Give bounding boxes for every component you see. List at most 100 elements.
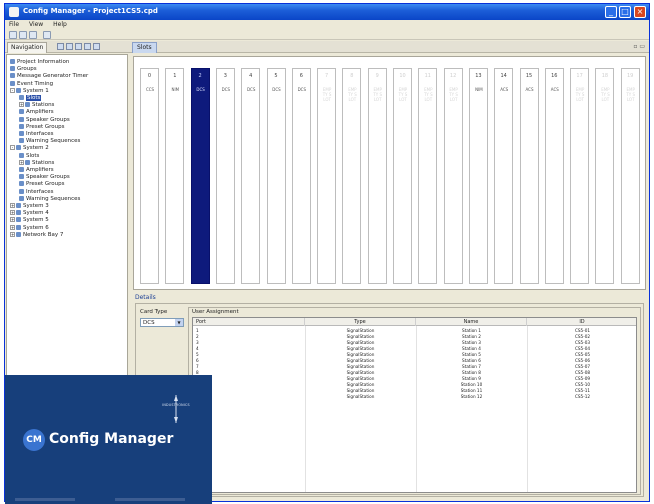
tree-item[interactable]: + System 5 [10, 217, 49, 224]
interfaces-icon [19, 131, 24, 136]
tree-item[interactable]: + Stations [19, 102, 54, 109]
expand-toggle-icon[interactable]: + [10, 203, 15, 208]
expand-toggle-icon[interactable]: + [19, 159, 24, 165]
slot-card[interactable]: 4 DCS [241, 68, 261, 284]
slot-card-name: CCS [145, 87, 155, 92]
open-folder-icon[interactable] [19, 31, 27, 39]
tree-item[interactable]: Preset Groups [19, 181, 65, 188]
slot-card[interactable]: 14 ACS [494, 68, 514, 284]
menu-file[interactable]: File [5, 20, 23, 29]
slot-card[interactable]: 0 CCS [140, 68, 159, 284]
tree-item[interactable]: Amplifiers [19, 109, 54, 116]
expand-toggle-icon[interactable]: + [10, 231, 15, 237]
collapse-icon[interactable] [57, 43, 64, 50]
tree-item[interactable]: Slots [19, 95, 42, 102]
menu-view[interactable]: View [25, 20, 47, 29]
tree-item-label: Warning Sequences [26, 138, 81, 145]
tree-item[interactable]: Project Information [10, 59, 69, 66]
chevron-down-icon[interactable]: ▼ [175, 319, 183, 326]
menu-help[interactable]: Help [49, 20, 71, 29]
slot-card[interactable]: 9 EMPTY SLOT [367, 68, 387, 284]
tree-item[interactable]: + Stations [19, 159, 54, 167]
slot-card[interactable]: 10 EMPTY SLOT [393, 68, 412, 284]
slot-card-name: EMPTY SLOT [423, 87, 433, 102]
expand-toggle-icon[interactable]: + [10, 210, 15, 216]
tree-item-label: Speaker Groups [26, 174, 70, 181]
slot-card[interactable]: 6 DCS [291, 68, 311, 284]
card-type-select[interactable]: DCS ▼ [140, 318, 184, 327]
table-row[interactable]: 12SignalStationStation 12CS5-12 [193, 394, 636, 400]
tree-item[interactable]: Warning Sequences [19, 195, 81, 203]
system-icon [16, 231, 21, 237]
collapse-toggle-icon[interactable]: - [10, 87, 15, 93]
slot-card[interactable]: 17 EMPTY SLOT [570, 68, 590, 284]
system-icon [16, 210, 21, 216]
tree-item[interactable]: Speaker Groups [19, 116, 70, 124]
tree-item[interactable]: Message Generator Timer [10, 73, 88, 80]
tree-item[interactable]: + Network Bay 7 [10, 231, 63, 239]
tree-item-label: System 5 [23, 217, 49, 224]
slot-card[interactable]: 19 EMPTY SLOT [620, 68, 640, 284]
close-button[interactable]: × [634, 6, 646, 18]
tree-item[interactable]: Interfaces [19, 188, 54, 196]
user-assignment-label: User Assignment [192, 309, 239, 315]
expand-toggle-icon[interactable]: + [19, 102, 24, 108]
minimize-button[interactable]: _ [605, 6, 617, 18]
tree-item[interactable]: Warning Sequences [19, 138, 80, 145]
link-icon[interactable] [75, 43, 82, 50]
tree-item[interactable]: Slots [19, 152, 39, 160]
tree-item[interactable]: Amplifiers [19, 167, 54, 174]
slot-card[interactable]: 8 EMPTY SLOT [342, 68, 362, 284]
tree-item[interactable]: Groups [10, 66, 37, 73]
tree-item-label: Slots [26, 95, 42, 101]
column-header[interactable]: Port [193, 318, 305, 326]
tree-item-label: Warning Sequences [26, 195, 81, 202]
tree-item[interactable]: + System 3 [10, 203, 49, 210]
tree-item[interactable]: Event Timing [10, 80, 53, 88]
tree-item[interactable]: Preset Groups [19, 123, 65, 131]
column-header[interactable]: Type [305, 318, 416, 326]
properties-icon[interactable] [43, 31, 51, 39]
slot-card[interactable]: 1 NIM [165, 68, 185, 284]
column-header[interactable]: ID [527, 318, 636, 326]
splash-screen: INDUSTRONICS CM Config Manager [5, 375, 212, 504]
slot-card[interactable]: 15 ACS [519, 68, 539, 284]
tree-item[interactable]: - System 2 [10, 145, 49, 152]
slot-card[interactable]: 13 NIM [468, 68, 488, 284]
slot-card-name: EMPTY SLOT [322, 87, 332, 102]
slot-card-name: ACS [550, 87, 559, 92]
tree-item[interactable]: + System 6 [10, 224, 49, 232]
expand-icon[interactable] [66, 43, 73, 50]
card-type-value: DCS [143, 320, 155, 326]
tree-item[interactable]: + System 4 [10, 210, 49, 217]
tree-item[interactable]: - System 1 [10, 87, 49, 95]
slot-card[interactable]: 2 DCS [190, 68, 210, 284]
slot-card[interactable]: 16 ACS [544, 68, 564, 284]
save-icon[interactable] [29, 31, 37, 39]
system-icon [16, 203, 21, 208]
back-icon[interactable] [84, 43, 91, 50]
expand-toggle-icon[interactable]: + [10, 224, 15, 230]
slot-card[interactable]: 7 EMPTY SLOT [317, 68, 337, 284]
tree-item[interactable]: Interfaces [19, 131, 54, 138]
slot-card[interactable]: 5 DCS [266, 68, 286, 284]
system-icon [16, 217, 21, 223]
tab-slots[interactable]: Slots [132, 42, 157, 53]
slot-card[interactable]: 18 EMPTY SLOT [595, 68, 615, 284]
slot-number: 4 [249, 73, 253, 79]
slot-card[interactable]: 12 EMPTY SLOT [443, 68, 463, 284]
new-file-icon[interactable] [9, 31, 17, 39]
expand-toggle-icon[interactable]: + [10, 217, 15, 223]
system-icon [16, 87, 21, 93]
tree-item[interactable]: Speaker Groups [19, 174, 70, 181]
collapse-toggle-icon[interactable]: - [10, 145, 15, 151]
slot-card[interactable]: 11 EMPTY SLOT [418, 68, 438, 284]
tab-navigation[interactable]: Navigation [7, 42, 48, 53]
forward-icon[interactable] [93, 43, 100, 50]
speakers-icon [19, 116, 24, 122]
column-header[interactable]: Name [416, 318, 527, 326]
title-bar[interactable]: Config Manager - Project1CS5.cpd _ □ × [5, 4, 649, 20]
slot-card[interactable]: 3 DCS [215, 68, 235, 284]
panel-buttons[interactable]: ▫ ▭ [633, 43, 645, 50]
maximize-button[interactable]: □ [619, 6, 631, 18]
